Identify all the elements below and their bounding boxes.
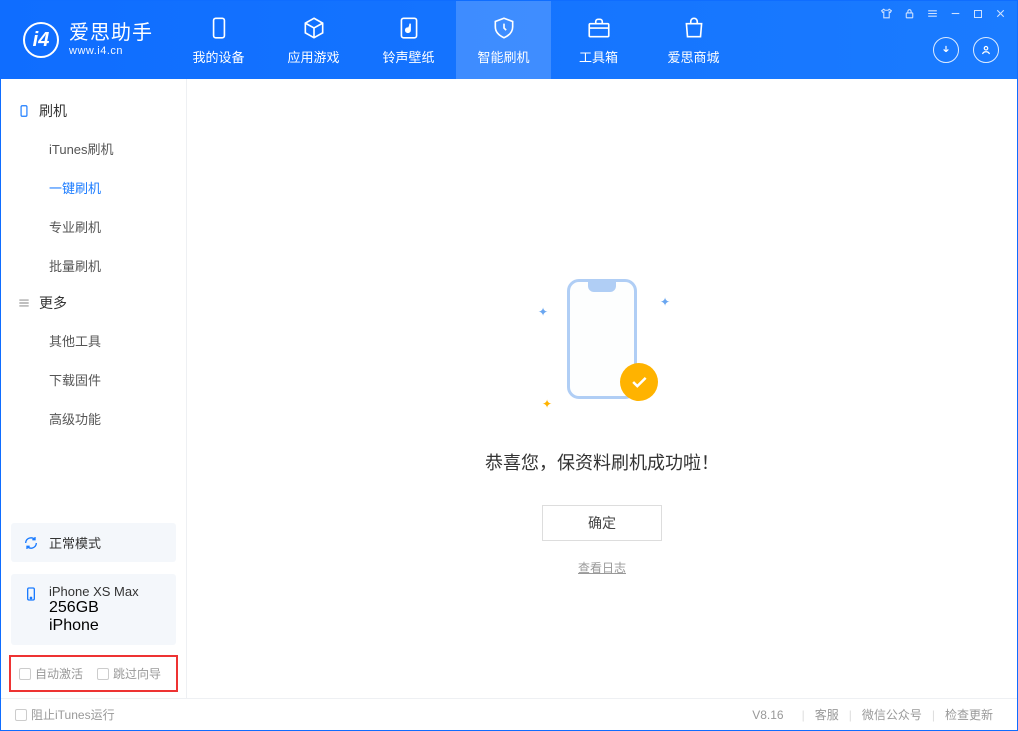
mode-label: 正常模式: [49, 533, 101, 552]
tab-store[interactable]: 爱思商城: [646, 1, 741, 79]
checkbox-block-itunes[interactable]: 阻止iTunes运行: [15, 706, 115, 723]
logo-icon: i4: [23, 22, 59, 58]
menu-icon[interactable]: [926, 7, 939, 20]
checkbox-skip-guide[interactable]: 跳过向导: [97, 665, 161, 682]
toolbox-icon: [586, 15, 612, 41]
mode-box[interactable]: 正常模式: [11, 523, 176, 562]
view-log-link[interactable]: 查看日志: [578, 559, 626, 576]
tab-smart-flash[interactable]: 智能刷机: [456, 1, 551, 79]
app-window: i4 爱思助手 www.i4.cn 我的设备 应用游戏 铃声壁纸 智能刷机: [0, 0, 1018, 731]
titlebar-controls: [880, 7, 1007, 20]
checkbox-row-highlight: 自动激活 跳过向导: [9, 655, 178, 692]
sidebar-header-label: 更多: [39, 293, 67, 313]
logo-area: i4 爱思助手 www.i4.cn: [1, 1, 171, 79]
checkbox-label: 跳过向导: [113, 665, 161, 682]
footer: 阻止iTunes运行 V8.16 | 客服 | 微信公众号 | 检查更新: [1, 698, 1017, 730]
checkbox-label: 自动激活: [35, 665, 83, 682]
music-icon: [396, 15, 422, 41]
tab-toolbox[interactable]: 工具箱: [551, 1, 646, 79]
sidebar-item-itunes-flash[interactable]: iTunes刷机: [1, 129, 186, 168]
download-button[interactable]: [933, 37, 959, 63]
cube-icon: [301, 15, 327, 41]
ok-button[interactable]: 确定: [542, 505, 662, 541]
device-name: iPhone XS Max: [49, 584, 139, 599]
checkbox-auto-activate[interactable]: 自动激活: [19, 665, 83, 682]
sidebar-item-download-firmware[interactable]: 下载固件: [1, 360, 186, 399]
tab-my-device[interactable]: 我的设备: [171, 1, 266, 79]
app-name: 爱思助手: [69, 22, 153, 45]
more-icon: [17, 296, 31, 310]
close-button[interactable]: [994, 7, 1007, 20]
app-url: www.i4.cn: [69, 45, 153, 58]
checkbox-icon: [97, 668, 109, 680]
lock-icon[interactable]: [903, 7, 916, 20]
logo-text: 爱思助手 www.i4.cn: [69, 22, 153, 58]
sidebar-section-more: 更多 其他工具 下载固件 高级功能: [1, 285, 186, 438]
sidebar-item-batch-flash[interactable]: 批量刷机: [1, 246, 186, 285]
checkbox-icon: [15, 709, 27, 721]
header: i4 爱思助手 www.i4.cn 我的设备 应用游戏 铃声壁纸 智能刷机: [1, 1, 1017, 79]
sidebar: 刷机 iTunes刷机 一键刷机 专业刷机 批量刷机 更多 其他工具 下载固件 …: [1, 79, 187, 698]
shirt-icon[interactable]: [880, 7, 893, 20]
device-info: iPhone XS Max 256GB iPhone: [49, 584, 139, 635]
sidebar-header-more: 更多: [1, 285, 186, 321]
phone-icon: [23, 586, 39, 602]
success-message: 恭喜您，保资料刷机成功啦！: [485, 449, 719, 475]
sidebar-item-pro-flash[interactable]: 专业刷机: [1, 207, 186, 246]
nav-label: 我的设备: [192, 47, 244, 66]
content-area: ✦ ✦ ✦ 恭喜您，保资料刷机成功啦！ 确定 查看日志: [187, 79, 1017, 698]
device-icon: [206, 15, 232, 41]
sparkle-icon: ✦: [660, 295, 670, 309]
footer-link-update[interactable]: 检查更新: [935, 706, 1003, 723]
check-badge-icon: [620, 363, 658, 401]
sidebar-header-label: 刷机: [39, 101, 67, 121]
device-box[interactable]: iPhone XS Max 256GB iPhone: [11, 574, 176, 645]
sparkle-icon: ✦: [538, 305, 548, 319]
shield-icon: [491, 15, 517, 41]
checkbox-icon: [19, 668, 31, 680]
bag-icon: [681, 15, 707, 41]
checkbox-label: 阻止iTunes运行: [31, 706, 115, 723]
sidebar-item-oneclick-flash[interactable]: 一键刷机: [1, 168, 186, 207]
maximize-button[interactable]: [972, 8, 984, 20]
tab-ringtone-wallpaper[interactable]: 铃声壁纸: [361, 1, 456, 79]
body: 刷机 iTunes刷机 一键刷机 专业刷机 批量刷机 更多 其他工具 下载固件 …: [1, 79, 1017, 698]
sidebar-item-other-tools[interactable]: 其他工具: [1, 321, 186, 360]
sidebar-item-advanced[interactable]: 高级功能: [1, 399, 186, 438]
sidebar-header-flash: 刷机: [1, 93, 186, 129]
tab-apps-games[interactable]: 应用游戏: [266, 1, 361, 79]
nav-label: 应用游戏: [287, 47, 339, 66]
nav-label: 智能刷机: [477, 47, 529, 66]
nav-label: 爱思商城: [667, 47, 719, 66]
device-storage: 256GB: [49, 599, 139, 617]
header-right: [933, 37, 999, 63]
sidebar-section-flash: 刷机 iTunes刷机 一键刷机 专业刷机 批量刷机: [1, 93, 186, 285]
footer-link-wechat[interactable]: 微信公众号: [852, 706, 932, 723]
device-type: iPhone: [49, 617, 139, 635]
user-button[interactable]: [973, 37, 999, 63]
version-label: V8.16: [752, 708, 783, 722]
nav-label: 工具箱: [579, 47, 618, 66]
nav-tabs: 我的设备 应用游戏 铃声壁纸 智能刷机 工具箱 爱思商城: [171, 1, 741, 79]
refresh-icon: [23, 535, 39, 551]
sidebar-spacer: [1, 438, 186, 517]
minimize-button[interactable]: [949, 7, 962, 20]
sparkle-icon: ✦: [542, 397, 552, 411]
footer-link-support[interactable]: 客服: [805, 706, 849, 723]
nav-label: 铃声壁纸: [382, 47, 434, 66]
phone-icon: [17, 104, 31, 118]
success-illustration: ✦ ✦ ✦: [532, 279, 672, 419]
